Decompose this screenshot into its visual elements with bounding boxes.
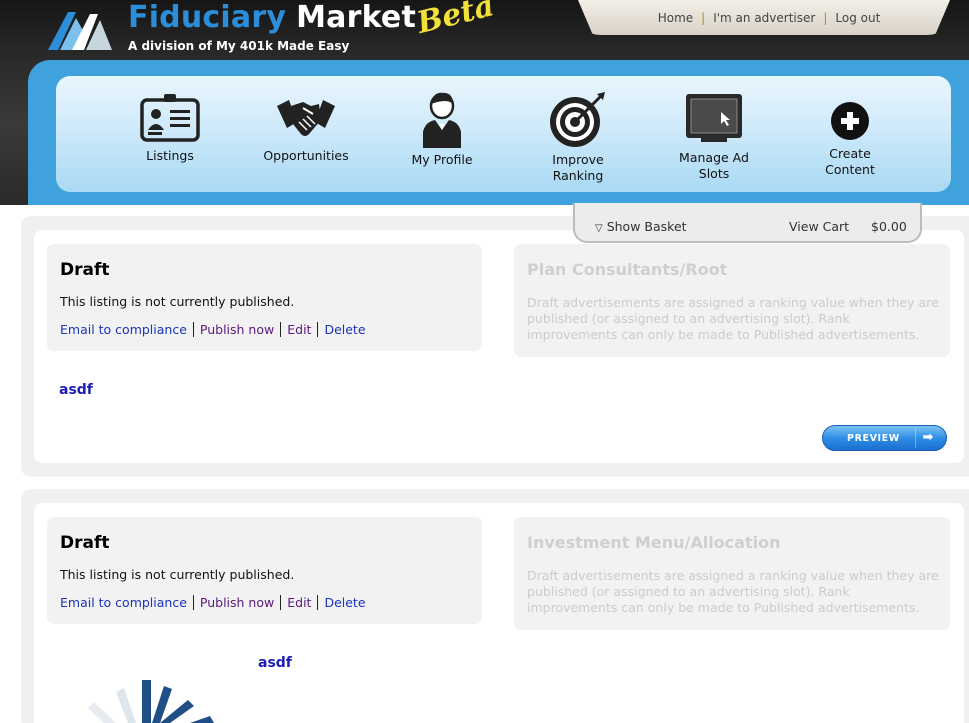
link-separator: |	[823, 10, 828, 25]
delete-link[interactable]: Delete	[317, 595, 372, 610]
listing-name-link[interactable]: asdf	[59, 382, 93, 398]
target-icon	[550, 92, 605, 147]
nav-manage-ad-slots[interactable]: Manage Ad Slots	[654, 92, 774, 182]
nav-create-content[interactable]: Create Content	[790, 92, 910, 178]
listing-name-link[interactable]: asdf	[258, 655, 292, 671]
nav-my-profile-label: My Profile	[411, 152, 473, 167]
nav-listings-label: Listings	[146, 148, 194, 163]
show-basket-toggle[interactable]: ▽ Show Basket	[595, 219, 687, 234]
home-link[interactable]: Home	[658, 11, 693, 25]
ranking-note: Draft advertisements are assigned a rank…	[527, 568, 939, 615]
nav-improve-ranking-label: Improve Ranking	[552, 152, 604, 183]
email-compliance-link[interactable]: Email to compliance	[60, 322, 193, 337]
edit-link[interactable]: Edit	[280, 322, 318, 337]
listing-actions: Email to compliance Publish now Edit Delete	[60, 595, 372, 610]
preview-button-label: PREVIEW	[847, 433, 900, 444]
category-title: Plan Consultants/Root	[527, 260, 728, 279]
ranking-note: Draft advertisements are assigned a rank…	[527, 295, 939, 342]
listing-actions: Email to compliance Publish now Edit Delete	[60, 322, 372, 337]
status-message: This listing is not currently published.	[60, 294, 295, 309]
nav-opportunities-label: Opportunities	[263, 148, 349, 163]
status-message: This listing is not currently published.	[60, 567, 295, 582]
top-links: Home | I'm an advertiser | Log out	[578, 0, 950, 35]
category-title: Investment Menu/Allocation	[527, 533, 781, 552]
brand-title[interactable]: Fiduciary Market	[128, 0, 416, 35]
profile-icon	[423, 92, 461, 148]
arrow-right-icon: ➡	[922, 430, 934, 445]
logout-link[interactable]: Log out	[835, 11, 880, 25]
nav-manage-ad-slots-label: Manage Ad Slots	[679, 150, 749, 181]
ranking-box: Investment Menu/Allocation Draft adverti…	[514, 517, 950, 630]
nav-listings[interactable]: Listings	[110, 92, 230, 164]
email-compliance-link[interactable]: Email to compliance	[60, 595, 193, 610]
cart-total: $0.00	[871, 219, 907, 234]
listing-status-box: Draft This listing is not currently publ…	[47, 244, 482, 351]
preview-button[interactable]: PREVIEW ➡	[822, 425, 947, 451]
nav-my-profile[interactable]: My Profile	[382, 92, 502, 168]
brand-logo[interactable]	[46, 6, 114, 52]
advertiser-link[interactable]: I'm an advertiser	[713, 11, 815, 25]
nav-improve-ranking[interactable]: Improve Ranking	[518, 92, 638, 184]
ranking-box: Plan Consultants/Root Draft advertisemen…	[514, 244, 950, 357]
show-basket-label: Show Basket	[606, 219, 687, 234]
listings-icon	[140, 94, 200, 142]
listing-logo-image[interactable]	[60, 676, 240, 723]
brand-title-part1: Fiduciary	[128, 0, 287, 35]
triangle-down-icon: ▽	[595, 223, 603, 234]
nav-opportunities[interactable]: Opportunities	[246, 92, 366, 164]
basket-bar: ▽ Show Basket View Cart $0.00	[573, 203, 922, 243]
brand-title-part2: Market	[296, 0, 417, 35]
monitor-icon	[686, 94, 742, 142]
nav-create-content-label: Create Content	[825, 146, 875, 177]
handshake-icon	[277, 100, 335, 136]
delete-link[interactable]: Delete	[317, 322, 372, 337]
view-cart-link[interactable]: View Cart	[789, 219, 849, 234]
brand-subtitle: A division of My 401k Made Easy	[128, 39, 350, 53]
plus-circle-icon	[831, 102, 869, 140]
link-separator: |	[701, 10, 706, 25]
status-title: Draft	[60, 260, 110, 280]
edit-link[interactable]: Edit	[280, 595, 318, 610]
publish-now-link[interactable]: Publish now	[192, 322, 281, 337]
status-title: Draft	[60, 533, 110, 553]
button-divider	[915, 429, 916, 448]
publish-now-link[interactable]: Publish now	[192, 595, 281, 610]
listing-status-box: Draft This listing is not currently publ…	[47, 517, 482, 624]
